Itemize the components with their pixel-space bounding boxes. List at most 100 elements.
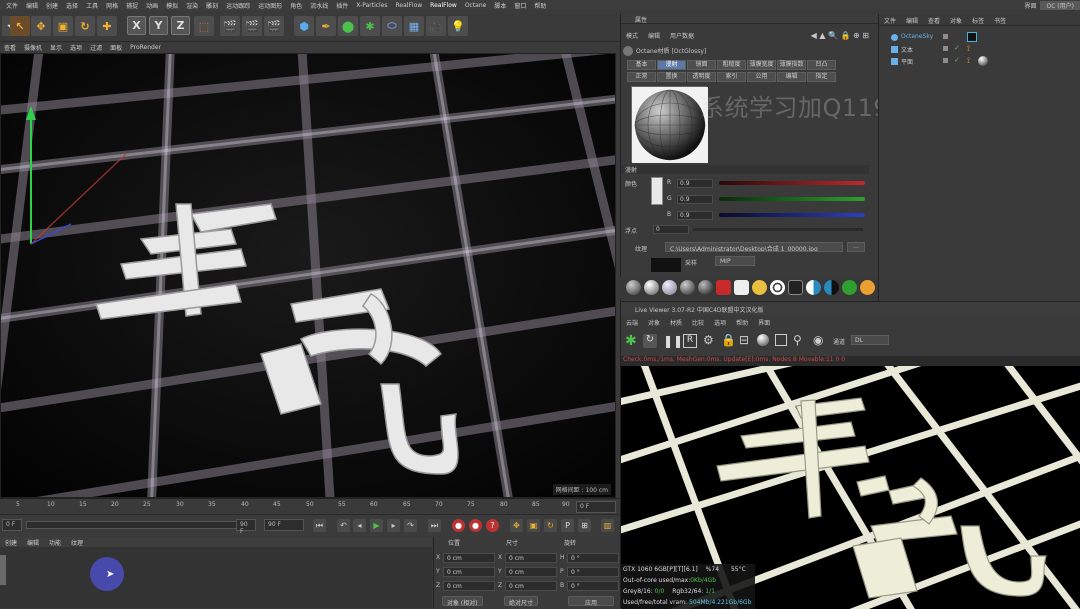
live-menu-interface[interactable]: 界面 <box>753 318 775 327</box>
select-arrow-icon[interactable]: ↖ <box>10 16 30 36</box>
octane-settings-icon[interactable] <box>842 280 857 295</box>
live-menu-materials[interactable]: 材质 <box>665 318 687 327</box>
live-menu-help[interactable]: 帮助 <box>731 318 753 327</box>
tab-displacement[interactable]: 置换 <box>657 72 686 82</box>
next-frame-icon[interactable]: ▸ <box>387 519 400 532</box>
diffuse-material-icon[interactable] <box>626 280 641 295</box>
frame-range-slider[interactable] <box>26 521 256 529</box>
object-menu-view[interactable]: 查看 <box>923 16 945 25</box>
rotation-p-field[interactable]: 0 ° <box>567 567 619 577</box>
menu-octane[interactable]: Octane <box>461 2 491 9</box>
x-axis-icon[interactable]: X <box>127 16 146 35</box>
float-value-field[interactable]: 0 <box>653 225 689 234</box>
object-mode-dropdown[interactable]: 对象 (相对) <box>442 596 483 607</box>
viewport-menu-filter[interactable]: 过滤 <box>86 43 106 52</box>
attribute-menu-mode[interactable]: 模式 <box>621 31 643 40</box>
tab-diffuse[interactable]: 漫射 <box>657 60 686 70</box>
z-axis-icon[interactable]: Z <box>171 16 190 35</box>
size-x-field[interactable]: 0 cm <box>505 553 557 563</box>
b-slider[interactable] <box>719 213 865 217</box>
menu-script[interactable]: 脚本 <box>490 1 510 10</box>
menu-create[interactable]: 创建 <box>42 1 62 10</box>
rotation-b-field[interactable]: 0 ° <box>567 581 619 591</box>
menu-simulate[interactable]: 模拟 <box>162 1 182 10</box>
texture-path-button[interactable]: C:\Users\Administrator\Desktop\合成 1_0000… <box>665 242 843 252</box>
enabled-check-icon[interactable]: ✓ <box>954 56 960 64</box>
tab-roughness[interactable]: 粗糙度 <box>717 60 746 70</box>
keyframe-selection-icon[interactable]: ? <box>486 519 499 532</box>
3d-viewport[interactable]: 网格间距 : 100 cm <box>0 53 616 498</box>
viewport-menu-view[interactable]: 查看 <box>0 43 20 52</box>
key-rotation-icon[interactable]: ↻ <box>544 519 557 532</box>
move-icon[interactable]: ✥ <box>31 16 51 36</box>
target-light-icon[interactable] <box>770 280 785 295</box>
octane-scatter-icon[interactable] <box>860 280 875 295</box>
render-picture-viewer-icon[interactable]: 🎬 <box>242 16 262 36</box>
phong-tag-icon[interactable]: ⟟ <box>967 56 970 66</box>
color-swatch[interactable] <box>651 177 663 205</box>
light-icon[interactable]: 💡 <box>448 16 468 36</box>
key-scale-icon[interactable]: ▣ <box>527 519 540 532</box>
scale-icon[interactable]: ▣ <box>53 16 73 36</box>
cube-icon[interactable]: ⬢ <box>294 16 314 36</box>
clay-mode-icon[interactable]: ⊟ <box>739 333 749 347</box>
timeline-ruler[interactable]: 5 10 15 20 25 30 35 40 45 50 55 60 65 70… <box>0 498 620 514</box>
position-z-field[interactable]: 0 cm <box>443 581 495 591</box>
prev-key-icon[interactable]: ↶ <box>337 519 350 532</box>
menu-snap[interactable]: 捕捉 <box>122 1 142 10</box>
viewport-menu-options[interactable]: 选项 <box>66 43 86 52</box>
tab-film-index[interactable]: 薄膜指数 <box>777 60 806 70</box>
object-menu-objects[interactable]: 对象 <box>945 16 967 25</box>
record-icon[interactable]: ● <box>452 519 465 532</box>
octane-tag-icon[interactable] <box>967 32 977 42</box>
menu-motion-tracking[interactable]: 运动跟踪 <box>222 1 254 10</box>
object-menu-bookmarks[interactable]: 书签 <box>989 16 1011 25</box>
object-row-plane[interactable]: 平面 ✓ ⟟ <box>881 56 1080 67</box>
attribute-menu-edit[interactable]: 编辑 <box>643 31 665 40</box>
sky-object-icon[interactable] <box>788 280 803 295</box>
material-thumbnail[interactable] <box>0 555 6 585</box>
render-view-icon[interactable]: 🎬 <box>220 16 240 36</box>
menu-animate[interactable]: 动画 <box>142 1 162 10</box>
visibility-icon[interactable] <box>943 58 948 63</box>
menu-mograph[interactable]: 运动图形 <box>254 1 286 10</box>
material-menu-edit[interactable]: 编辑 <box>22 538 44 547</box>
play-icon[interactable]: ▶ <box>370 519 383 532</box>
material-preview-icon[interactable] <box>757 334 769 346</box>
menu-select[interactable]: 选择 <box>62 1 82 10</box>
menu-edit[interactable]: 编辑 <box>22 1 42 10</box>
key-pla-icon[interactable]: ⊞ <box>578 519 591 532</box>
render-settings-icon[interactable]: 🎬 <box>264 16 284 36</box>
tab-bump[interactable]: 凹凸 <box>807 60 836 70</box>
material-menu-create[interactable]: 创建 <box>0 538 22 547</box>
menu-mesh[interactable]: 网格 <box>102 1 122 10</box>
material-tag-icon[interactable] <box>978 56 988 66</box>
menu-plugins[interactable]: 插件 <box>332 1 352 10</box>
menu-realflow-2[interactable]: RealFlow <box>426 2 461 9</box>
tab-index[interactable]: 索引 <box>717 72 746 82</box>
mograph-cloner-icon[interactable]: ✱ <box>360 16 380 36</box>
menu-character[interactable]: 角色 <box>286 1 306 10</box>
b-value-field[interactable]: 0.9 <box>677 211 713 220</box>
layout-dropdown[interactable]: OC (用户) <box>1040 0 1080 10</box>
tab-normal[interactable]: 正常 <box>627 72 656 82</box>
prev-frame-icon[interactable]: ◂ <box>353 519 366 532</box>
menu-pipeline[interactable]: 流水线 <box>306 1 332 10</box>
lock-icon[interactable]: 🔒 <box>721 333 736 347</box>
daylight-icon[interactable] <box>752 280 767 295</box>
g-value-field[interactable]: 0.9 <box>677 195 713 204</box>
rotation-h-field[interactable]: 0 ° <box>567 553 619 563</box>
live-menu-cloud[interactable]: 云端 <box>621 318 643 327</box>
settings-gear-icon[interactable]: ⚙ <box>703 333 714 347</box>
menu-file[interactable]: 文件 <box>2 1 22 10</box>
go-to-start-icon[interactable]: ⏮ <box>313 519 326 532</box>
position-x-field[interactable]: 0 cm <box>443 553 495 563</box>
go-to-end-icon[interactable]: ⏭ <box>428 519 441 532</box>
size-mode-dropdown[interactable]: 绝对尺寸 <box>504 596 539 607</box>
material-menu-function[interactable]: 功能 <box>44 538 66 547</box>
phong-tag-icon[interactable]: ⟟ <box>967 44 970 54</box>
tab-basic[interactable]: 基本 <box>627 60 656 70</box>
object-menu-file[interactable]: 文件 <box>879 16 901 25</box>
viewport-menu-panel[interactable]: 面板 <box>106 43 126 52</box>
region-render-icon[interactable]: R <box>683 334 697 348</box>
